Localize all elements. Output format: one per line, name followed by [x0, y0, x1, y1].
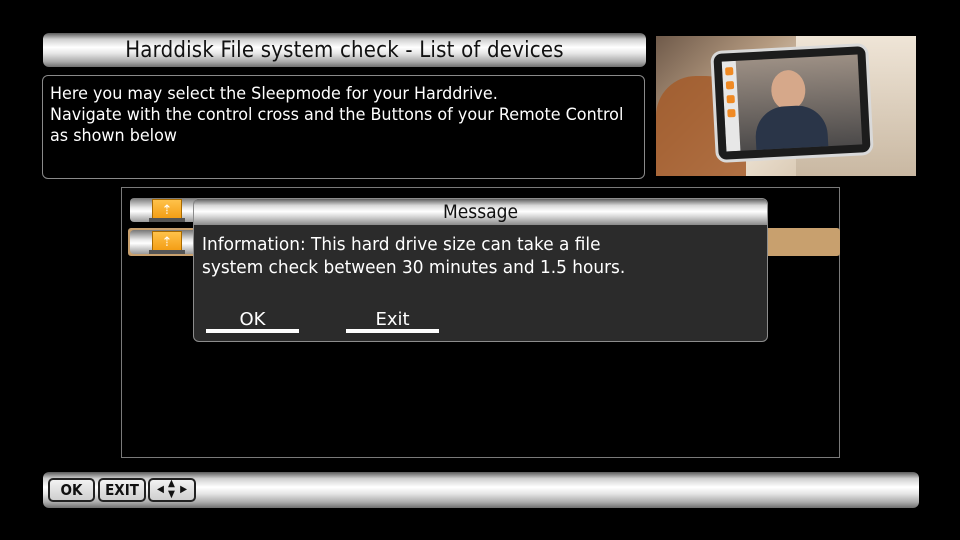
usb-drive-icon: ⇡: [149, 199, 185, 222]
dialog-message: Information: This hard drive size can ta…: [202, 233, 762, 279]
page-title-bar: Harddisk File system check - List of dev…: [43, 33, 646, 67]
message-dialog: Message Information: This hard drive siz…: [193, 198, 768, 342]
description-box: Here you may select the Sleepmode for yo…: [42, 75, 645, 179]
ok-button[interactable]: OK: [206, 309, 299, 333]
dpad-key-hint[interactable]: ◀ ▲ ▼ ▶: [148, 478, 196, 502]
dialog-message-line-2: system check between 30 minutes and 1.5 …: [202, 257, 626, 278]
dialog-title: Message: [194, 199, 767, 225]
dpad-arrows-icon: ◀ ▲ ▼ ▶: [157, 478, 187, 500]
description-line-2: Navigate with the control cross and the …: [50, 105, 624, 125]
tablet-video-preview-image: [656, 36, 916, 176]
description-line-1: Here you may select the Sleepmode for yo…: [50, 84, 498, 104]
exit-button[interactable]: Exit: [346, 309, 439, 333]
exit-key-hint[interactable]: EXIT: [98, 478, 146, 502]
page-title: Harddisk File system check - List of dev…: [125, 37, 564, 63]
ok-key-hint[interactable]: OK: [48, 478, 95, 502]
usb-drive-icon: ⇡: [149, 231, 185, 254]
dialog-message-line-1: Information: This hard drive size can ta…: [202, 234, 601, 255]
description-line-3: as shown below: [50, 126, 177, 146]
footer-key-bar: OK EXIT ◀ ▲ ▼ ▶: [43, 472, 919, 508]
